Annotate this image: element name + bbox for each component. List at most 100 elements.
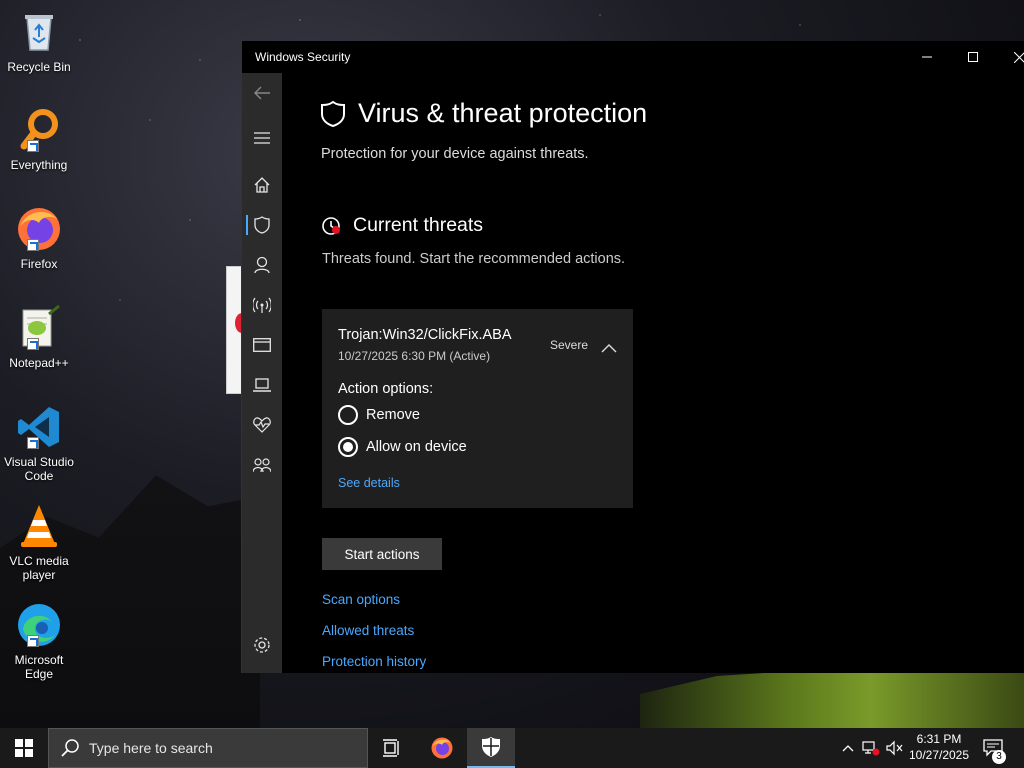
- home-icon: [254, 177, 270, 193]
- desktop-icon-recycle-bin[interactable]: Recycle Bin: [2, 8, 76, 74]
- radio-remove[interactable]: Remove: [338, 405, 420, 425]
- notepad-plus-plus-icon: [15, 304, 63, 352]
- radio-circle-checked[interactable]: [338, 437, 358, 457]
- nav-firewall-network[interactable]: [242, 285, 282, 325]
- hamburger-menu-icon: [254, 132, 270, 144]
- main-content: Virus & threat protection Protection for…: [282, 73, 1024, 673]
- firefox-icon: [15, 205, 63, 253]
- vlc-icon: [15, 502, 63, 550]
- settings-gear-icon: [254, 637, 270, 653]
- collapse-button[interactable]: [601, 338, 617, 357]
- nav-virus-protection[interactable]: [242, 205, 282, 245]
- protection-history-link[interactable]: Protection history: [322, 654, 426, 669]
- family-icon: [253, 458, 271, 473]
- taskbar-windows-security[interactable]: [467, 728, 515, 768]
- see-details-link[interactable]: See details: [338, 476, 400, 490]
- desktop-icon-label: Microsoft Edge: [14, 653, 64, 681]
- page-title: Virus & threat protection: [320, 98, 647, 129]
- radio-circle[interactable]: [338, 405, 358, 425]
- desktop-icon-label: Firefox: [20, 257, 58, 271]
- taskbar-firefox[interactable]: [418, 728, 466, 768]
- nav-settings[interactable]: [242, 625, 282, 665]
- desktop-icon-vlc[interactable]: VLC media player: [2, 502, 76, 582]
- shortcut-arrow-icon: [27, 140, 39, 152]
- shortcut-arrow-icon: [27, 338, 39, 350]
- radio-allow-on-device[interactable]: Allow on device: [338, 437, 467, 457]
- task-view-button[interactable]: [368, 728, 416, 768]
- allowed-threats-link[interactable]: Allowed threats: [322, 623, 414, 638]
- start-button[interactable]: [0, 728, 48, 768]
- everything-search-icon: [15, 106, 63, 154]
- action-center-button[interactable]: 3: [978, 728, 1010, 768]
- volume-tray[interactable]: [884, 728, 906, 768]
- network-tray[interactable]: [860, 728, 882, 768]
- scan-options-link[interactable]: Scan options: [322, 592, 400, 607]
- account-icon: [254, 256, 270, 274]
- action-options-label: Action options:: [338, 381, 434, 397]
- clock-time: 6:31 PM: [916, 732, 962, 746]
- search-input[interactable]: [89, 740, 339, 756]
- nav-device-security[interactable]: [242, 365, 282, 405]
- threat-card: Trojan:Win32/ClickFix.ABA 10/27/2025 6:3…: [322, 309, 633, 508]
- maximize-icon: [968, 52, 978, 62]
- edge-icon: [15, 601, 63, 649]
- windows-logo-icon: [15, 739, 33, 757]
- nav-rail: [242, 73, 282, 673]
- radio-label: Allow on device: [366, 439, 467, 455]
- desktop-icon-label: Recycle Bin: [7, 60, 71, 74]
- desktop-icon-edge[interactable]: Microsoft Edge: [2, 601, 76, 681]
- shield-icon: [321, 100, 345, 127]
- maximize-button[interactable]: [950, 41, 996, 73]
- taskbar-search-box[interactable]: [48, 728, 368, 768]
- shortcut-arrow-icon: [27, 239, 39, 251]
- desktop-icon-label: Notepad++: [9, 356, 69, 370]
- firefox-icon: [431, 737, 453, 759]
- close-button[interactable]: [996, 41, 1024, 73]
- nav-device-performance-health[interactable]: [242, 405, 282, 445]
- radio-label: Remove: [366, 407, 420, 423]
- history-threat-icon: [322, 216, 340, 235]
- menu-button[interactable]: [242, 118, 282, 158]
- page-title-text: Virus & threat protection: [358, 98, 648, 128]
- threat-name: Trojan:Win32/ClickFix.ABA: [338, 327, 512, 343]
- windows-security-window: Windows Security Virus & threat protecti…: [241, 41, 1024, 673]
- back-arrow-icon: [254, 86, 270, 100]
- nav-family-options[interactable]: [242, 445, 282, 485]
- taskbar: 6:31 PM 10/27/2025 3: [0, 728, 1024, 768]
- severity-label: Severe: [550, 338, 589, 352]
- shortcut-arrow-icon: [27, 437, 39, 449]
- chevron-up-icon: [842, 745, 854, 752]
- close-icon: [1013, 51, 1024, 63]
- desktop-icon-label: Visual Studio Code: [4, 455, 74, 483]
- show-hidden-icons-button[interactable]: [838, 728, 858, 768]
- shortcut-arrow-icon: [27, 635, 39, 647]
- threat-date: 10/27/2025 6:30 PM (Active): [338, 349, 491, 363]
- desktop-icon-everything[interactable]: Everything: [2, 106, 76, 172]
- back-button[interactable]: [242, 73, 282, 113]
- desktop-icon-firefox[interactable]: Firefox: [2, 205, 76, 271]
- notification-badge: 3: [992, 750, 1006, 764]
- desktop-icon-label: VLC media player: [9, 554, 69, 582]
- taskbar-clock[interactable]: 6:31 PM 10/27/2025: [904, 731, 974, 763]
- vscode-icon: [15, 403, 63, 451]
- nav-home[interactable]: [242, 165, 282, 205]
- device-security-icon: [253, 378, 271, 392]
- section-title: Current threats: [321, 214, 483, 237]
- app-browser-icon: [253, 338, 271, 352]
- chevron-up-icon: [601, 344, 617, 353]
- recycle-bin-icon: [15, 8, 63, 56]
- minimize-button[interactable]: [904, 41, 950, 73]
- nav-account-protection[interactable]: [242, 245, 282, 285]
- network-icon: [253, 297, 271, 313]
- search-icon: [61, 739, 79, 757]
- desktop-icon-vscode[interactable]: Visual Studio Code: [2, 403, 76, 483]
- minimize-icon: [922, 56, 932, 58]
- background-window-edge[interactable]: [226, 266, 249, 394]
- desktop-icon-notepad-plus-plus[interactable]: Notepad++: [2, 304, 76, 370]
- title-bar[interactable]: Windows Security: [242, 41, 1024, 73]
- nav-app-browser-control[interactable]: [242, 325, 282, 365]
- task-view-icon: [383, 739, 399, 757]
- page-subtitle: Protection for your device against threa…: [321, 146, 589, 162]
- health-icon: [253, 417, 271, 433]
- start-actions-button[interactable]: Start actions: [322, 538, 442, 570]
